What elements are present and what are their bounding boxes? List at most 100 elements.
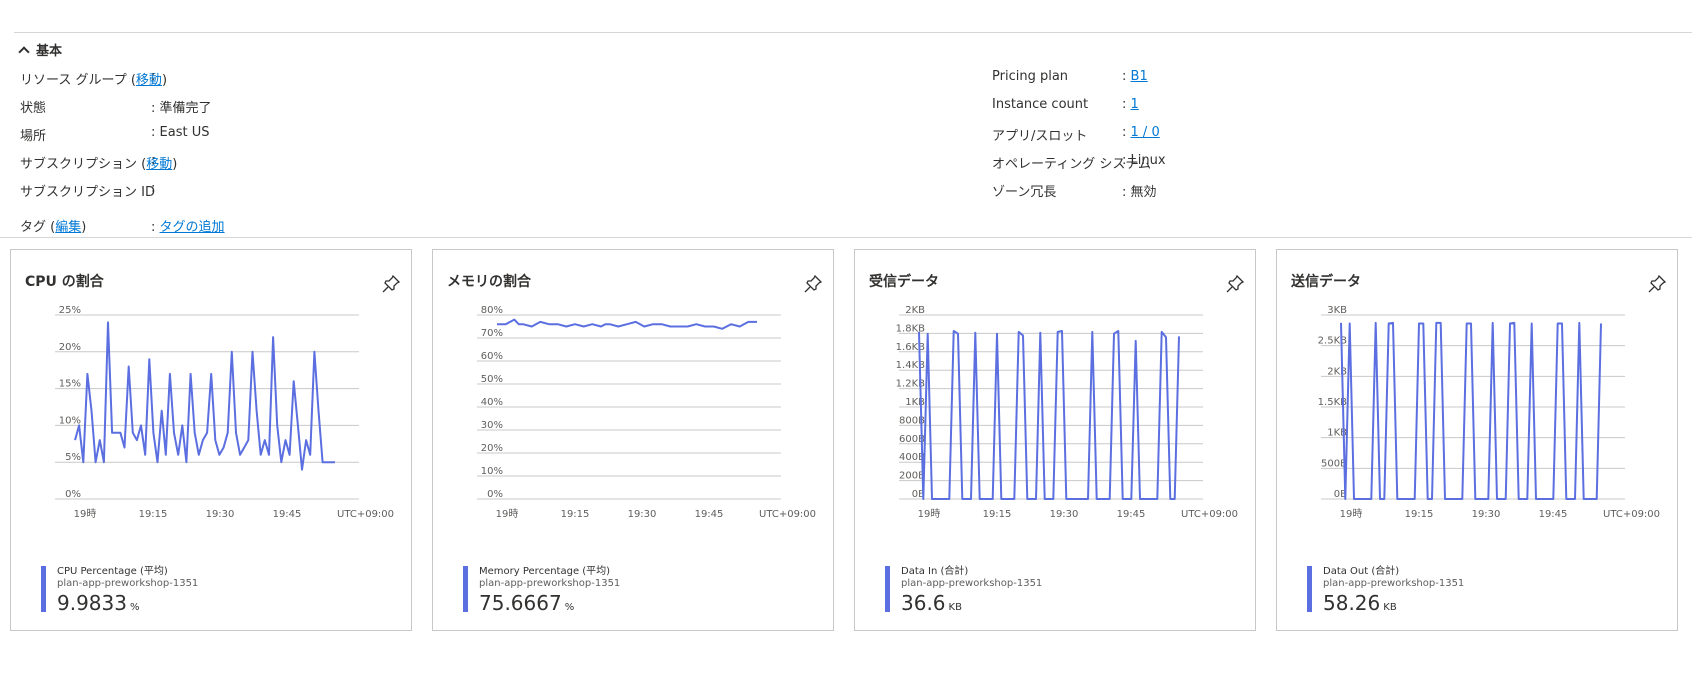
legend-unit: KB <box>1383 602 1397 613</box>
x-tick-label: 19時 <box>496 508 519 520</box>
property-label: サブスクリプション ( <box>20 157 147 172</box>
apps-slots-link[interactable]: 1 / 0 <box>1131 125 1160 140</box>
x-tick-label: 19:45 <box>1539 509 1568 520</box>
move-resource-group-link[interactable]: 移動 <box>136 73 162 88</box>
property-separator: : <box>1122 125 1127 140</box>
property-separator: : <box>1122 153 1127 168</box>
property-separator: : <box>151 181 156 196</box>
property-separator: : <box>151 153 156 168</box>
metric-tile-data-out[interactable]: 送信データ 0B 500B 1KB 1.5KB 2KB 2.5KB 3KB 19時 19:15 1… <box>1276 249 1678 631</box>
y-tick-label: 40% <box>481 397 503 408</box>
y-tick-label: 0% <box>487 489 503 500</box>
x-tick-label: 19:30 <box>206 509 235 520</box>
property-label: Pricing plan <box>992 69 1069 84</box>
legend-metric-name: Data Out (合計) <box>1323 566 1400 577</box>
chart-legend[interactable]: Memory Percentage (平均) plan-app-preworks… <box>463 566 621 615</box>
y-tick-label: 50% <box>481 374 503 385</box>
tile-title: 受信データ <box>869 274 939 290</box>
metric-tile-data-in[interactable]: 受信データ 0B 200B 400B 600B 800B 1KB 1.2KB 1.4KB 1.6… <box>854 249 1256 631</box>
essentials-toggle[interactable]: 基本 <box>18 40 63 59</box>
property-value: East US <box>159 125 210 140</box>
legend-unit: KB <box>948 602 962 613</box>
x-tick-label: 19:30 <box>628 509 657 520</box>
y-tick-label: 2KB <box>1327 366 1347 377</box>
chart-legend[interactable]: CPU Percentage (平均) plan-app-preworkshop… <box>41 566 199 615</box>
y-tick-label: 1.6KB <box>896 342 925 353</box>
x-tick-label: UTC+09:00 <box>759 509 816 520</box>
legend-resource-name: plan-app-preworkshop-1351 <box>57 578 199 589</box>
chart-legend[interactable]: Data In (合計) plan-app-preworkshop-1351 3… <box>885 566 1043 615</box>
property-value: Linux <box>1130 153 1166 168</box>
chevron-up-icon <box>18 46 30 58</box>
legend-metric-name: CPU Percentage (平均) <box>57 566 168 577</box>
memory-chart: 0% 10% 20% 30% 40% 50% 60% 70% 80% 19時 19:15 19:30 1… <box>477 305 816 520</box>
legend-resource-name: plan-app-preworkshop-1351 <box>901 578 1043 589</box>
instance-count-link[interactable]: 1 <box>1131 97 1139 112</box>
x-tick-label: 19:30 <box>1050 509 1079 520</box>
tile-title: 送信データ <box>1291 274 1361 290</box>
series-line <box>497 318 757 330</box>
x-tick-label: 19:45 <box>273 509 302 520</box>
series-line <box>918 330 1180 500</box>
property-label: リソース グループ ( <box>20 73 136 88</box>
pin-icon[interactable] <box>803 274 823 294</box>
y-tick-label: 5% <box>65 452 81 463</box>
property-label: 場所 <box>20 129 47 144</box>
property-label-suffix: ) <box>172 157 178 172</box>
legend-metric-name: Data In (合計) <box>901 566 969 577</box>
property-separator: : <box>1122 97 1127 112</box>
x-tick-label: 19時 <box>74 508 97 520</box>
pin-icon[interactable] <box>1647 274 1667 294</box>
y-tick-label: 15% <box>59 379 81 390</box>
x-tick-label: 19:45 <box>1117 509 1146 520</box>
y-tick-label: 80% <box>481 305 503 316</box>
top-divider <box>14 32 1692 33</box>
edit-tags-link[interactable]: 編集 <box>55 220 81 235</box>
property-separator: : <box>151 125 156 140</box>
chart-legend[interactable]: Data Out (合計) plan-app-preworkshop-1351 … <box>1307 566 1464 615</box>
y-tick-label: 25% <box>59 305 81 316</box>
series-line <box>1340 321 1602 500</box>
pricing-plan-link[interactable]: B1 <box>1131 69 1148 84</box>
legend-resource-name: plan-app-preworkshop-1351 <box>479 578 621 589</box>
y-tick-label: 10% <box>481 466 503 477</box>
add-tags-link[interactable]: タグの追加 <box>160 220 225 235</box>
y-tick-label: 2KB <box>905 305 925 316</box>
bottom-divider <box>0 237 1692 238</box>
metric-tile-memory[interactable]: メモリの割合 0% 10% 20% 30% 40% 50% 60% 70% 80% 19時 19:1… <box>432 249 834 631</box>
x-tick-label: 19:15 <box>561 509 590 520</box>
property-label: 状態 <box>20 101 47 116</box>
legend-value: 36.6 <box>901 591 946 615</box>
pin-icon[interactable] <box>381 274 401 294</box>
property-label-suffix: ) <box>161 73 168 88</box>
x-tick-label: 19:30 <box>1472 509 1501 520</box>
y-tick-label: 20% <box>59 342 81 353</box>
metric-tile-cpu[interactable]: CPU の割合 0% 5% 10% 15% 20% 25% 19時 19:15 19:30 19:… <box>10 249 412 631</box>
x-tick-label: 19:45 <box>695 509 724 520</box>
property-label: タグ ( <box>20 220 56 235</box>
y-tick-label: 20% <box>481 443 503 454</box>
x-tick-label: 19時 <box>918 508 941 520</box>
series-line <box>74 321 335 471</box>
y-tick-label: 60% <box>481 351 503 362</box>
x-tick-label: 19時 <box>1340 508 1363 520</box>
y-tick-label: 1KB <box>905 397 925 408</box>
x-tick-label: 19:15 <box>139 509 168 520</box>
tile-title: メモリの割合 <box>447 274 531 290</box>
essentials-header-label: 基本 <box>36 44 63 59</box>
data-out-chart: 0B500B1KB1.5KB2KB2.5KB3KB19時 19:15 19:30 19… <box>1318 305 1660 520</box>
property-separator: : <box>151 101 156 116</box>
legend-unit: % <box>564 602 575 613</box>
y-tick-label: 30% <box>481 420 503 431</box>
property-separator: : <box>151 69 156 84</box>
x-tick-label: 19:15 <box>1405 509 1434 520</box>
property-label: サブスクリプション ID <box>20 185 155 200</box>
property-label: Instance count <box>992 97 1089 112</box>
tile-title: CPU の割合 <box>25 274 104 290</box>
legend-value: 75.6667 <box>479 591 562 615</box>
legend-value: 58.26 <box>1323 591 1381 615</box>
pin-icon[interactable] <box>1225 274 1245 294</box>
y-tick-label: 1.8KB <box>896 323 925 334</box>
x-tick-label: UTC+09:00 <box>1181 509 1238 520</box>
y-tick-label: 500B <box>1321 458 1347 469</box>
